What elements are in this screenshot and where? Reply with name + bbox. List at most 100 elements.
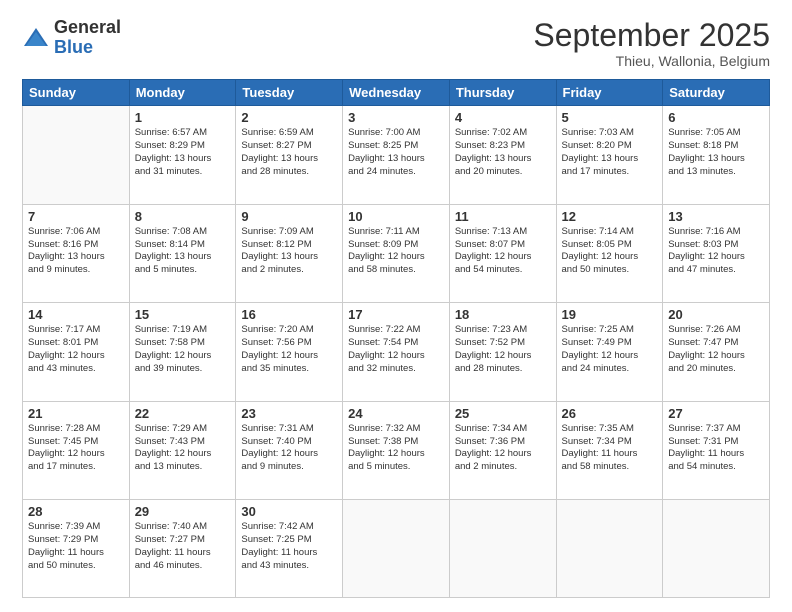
day-info: Sunrise: 7:26 AM Sunset: 7:47 PM Dayligh… [668,324,764,375]
logo-blue: Blue [54,38,121,58]
calendar-cell: 27Sunrise: 7:37 AM Sunset: 7:31 PM Dayli… [663,401,770,500]
day-number: 14 [28,307,124,322]
logo-general: General [54,18,121,38]
day-info: Sunrise: 7:03 AM Sunset: 8:20 PM Dayligh… [562,127,658,178]
calendar-header-monday: Monday [129,80,236,106]
day-info: Sunrise: 6:59 AM Sunset: 8:27 PM Dayligh… [241,127,337,178]
logo: General Blue [22,18,121,58]
day-info: Sunrise: 7:14 AM Sunset: 8:05 PM Dayligh… [562,226,658,277]
day-info: Sunrise: 7:11 AM Sunset: 8:09 PM Dayligh… [348,226,444,277]
day-info: Sunrise: 7:02 AM Sunset: 8:23 PM Dayligh… [455,127,551,178]
calendar-cell: 30 Sunrise: 7:42 AM Sunset: 7:25 PM Dayli… [236,500,343,598]
calendar-cell [449,500,556,598]
calendar-cell: 8 Sunrise: 7:08 AM Sunset: 8:14 PM Daylig… [129,204,236,303]
calendar-cell: 7 Sunrise: 7:06 AM Sunset: 8:16 PM Daylig… [23,204,130,303]
day-number: 29 [135,504,231,519]
calendar-week-1: 1 Sunrise: 6:57 AM Sunset: 8:29 PM Daylig… [23,106,770,205]
calendar-cell: 21 Sunrise: 7:28 AM Sunset: 7:45 PM Dayli… [23,401,130,500]
calendar-header-row: SundayMondayTuesdayWednesdayThursdayFrid… [23,80,770,106]
calendar-header-wednesday: Wednesday [343,80,450,106]
day-info: Sunrise: 7:31 AM Sunset: 7:40 PM Dayligh… [241,423,337,474]
calendar-cell [343,500,450,598]
day-number: 1 [135,110,231,125]
day-number: 28 [28,504,124,519]
calendar-cell: 2 Sunrise: 6:59 AM Sunset: 8:27 PM Daylig… [236,106,343,205]
calendar-cell [663,500,770,598]
day-number: 21 [28,406,124,421]
calendar-cell: 17Sunrise: 7:22 AM Sunset: 7:54 PM Dayli… [343,303,450,402]
calendar-cell: 24Sunrise: 7:32 AM Sunset: 7:38 PM Dayli… [343,401,450,500]
calendar-header-sunday: Sunday [23,80,130,106]
day-number: 25 [455,406,551,421]
calendar-cell: 1 Sunrise: 6:57 AM Sunset: 8:29 PM Daylig… [129,106,236,205]
calendar-cell: 14 Sunrise: 7:17 AM Sunset: 8:01 PM Dayli… [23,303,130,402]
day-number: 30 [241,504,337,519]
day-number: 18 [455,307,551,322]
main-title: September 2025 [533,18,770,53]
calendar-cell: 16 Sunrise: 7:20 AM Sunset: 7:56 PM Dayli… [236,303,343,402]
calendar-cell: 22 Sunrise: 7:29 AM Sunset: 7:43 PM Dayli… [129,401,236,500]
calendar-cell: 9 Sunrise: 7:09 AM Sunset: 8:12 PM Daylig… [236,204,343,303]
calendar-header-saturday: Saturday [663,80,770,106]
day-info: Sunrise: 7:39 AM Sunset: 7:29 PM Dayligh… [28,521,124,572]
day-number: 23 [241,406,337,421]
calendar-cell: 23 Sunrise: 7:31 AM Sunset: 7:40 PM Dayli… [236,401,343,500]
calendar-week-2: 7 Sunrise: 7:06 AM Sunset: 8:16 PM Daylig… [23,204,770,303]
calendar-cell: 20 Sunrise: 7:26 AM Sunset: 7:47 PM Dayli… [663,303,770,402]
day-number: 9 [241,209,337,224]
calendar-header-tuesday: Tuesday [236,80,343,106]
header: General Blue September 2025 Thieu, Wallo… [22,18,770,69]
day-number: 10 [348,209,444,224]
day-info: Sunrise: 7:35 AM Sunset: 7:34 PM Dayligh… [562,423,658,474]
day-number: 24 [348,406,444,421]
calendar-week-4: 21 Sunrise: 7:28 AM Sunset: 7:45 PM Dayli… [23,401,770,500]
day-info: Sunrise: 7:34 AM Sunset: 7:36 PM Dayligh… [455,423,551,474]
day-number: 6 [668,110,764,125]
calendar-cell: 6 Sunrise: 7:05 AM Sunset: 8:18 PM Daylig… [663,106,770,205]
day-info: Sunrise: 7:08 AM Sunset: 8:14 PM Dayligh… [135,226,231,277]
day-number: 12 [562,209,658,224]
calendar-cell: 10 Sunrise: 7:11 AM Sunset: 8:09 PM Dayli… [343,204,450,303]
day-info: Sunrise: 7:17 AM Sunset: 8:01 PM Dayligh… [28,324,124,375]
calendar-cell [556,500,663,598]
day-info: Sunrise: 7:37 AM Sunset: 7:31 PM Dayligh… [668,423,764,474]
calendar-cell: 18 Sunrise: 7:23 AM Sunset: 7:52 PM Dayli… [449,303,556,402]
day-info: Sunrise: 7:28 AM Sunset: 7:45 PM Dayligh… [28,423,124,474]
day-info: Sunrise: 7:19 AM Sunset: 7:58 PM Dayligh… [135,324,231,375]
day-info: Sunrise: 7:20 AM Sunset: 7:56 PM Dayligh… [241,324,337,375]
day-number: 2 [241,110,337,125]
calendar-cell: 15 Sunrise: 7:19 AM Sunset: 7:58 PM Dayli… [129,303,236,402]
day-info: Sunrise: 7:40 AM Sunset: 7:27 PM Dayligh… [135,521,231,572]
day-number: 20 [668,307,764,322]
day-number: 15 [135,307,231,322]
day-info: Sunrise: 7:13 AM Sunset: 8:07 PM Dayligh… [455,226,551,277]
day-number: 3 [348,110,444,125]
day-info: Sunrise: 7:06 AM Sunset: 8:16 PM Dayligh… [28,226,124,277]
day-number: 4 [455,110,551,125]
day-info: Sunrise: 7:05 AM Sunset: 8:18 PM Dayligh… [668,127,764,178]
calendar-cell: 13Sunrise: 7:16 AM Sunset: 8:03 PM Dayli… [663,204,770,303]
day-number: 16 [241,307,337,322]
day-info: Sunrise: 7:23 AM Sunset: 7:52 PM Dayligh… [455,324,551,375]
day-info: Sunrise: 7:42 AM Sunset: 7:25 PM Dayligh… [241,521,337,572]
day-info: Sunrise: 7:29 AM Sunset: 7:43 PM Dayligh… [135,423,231,474]
day-number: 7 [28,209,124,224]
calendar-cell: 11 Sunrise: 7:13 AM Sunset: 8:07 PM Dayli… [449,204,556,303]
day-info: Sunrise: 6:57 AM Sunset: 8:29 PM Dayligh… [135,127,231,178]
logo-text: General Blue [54,18,121,58]
day-info: Sunrise: 7:09 AM Sunset: 8:12 PM Dayligh… [241,226,337,277]
day-number: 11 [455,209,551,224]
day-number: 13 [668,209,764,224]
calendar-cell: 4 Sunrise: 7:02 AM Sunset: 8:23 PM Daylig… [449,106,556,205]
calendar-cell: 3 Sunrise: 7:00 AM Sunset: 8:25 PM Daylig… [343,106,450,205]
calendar-cell: 25 Sunrise: 7:34 AM Sunset: 7:36 PM Dayli… [449,401,556,500]
calendar-cell: 12 Sunrise: 7:14 AM Sunset: 8:05 PM Dayli… [556,204,663,303]
day-info: Sunrise: 7:00 AM Sunset: 8:25 PM Dayligh… [348,127,444,178]
day-number: 17 [348,307,444,322]
page: General Blue September 2025 Thieu, Wallo… [0,0,792,612]
calendar-cell: 29 Sunrise: 7:40 AM Sunset: 7:27 PM Dayli… [129,500,236,598]
calendar-week-5: 28 Sunrise: 7:39 AM Sunset: 7:29 PM Dayli… [23,500,770,598]
day-number: 22 [135,406,231,421]
day-number: 19 [562,307,658,322]
day-number: 8 [135,209,231,224]
